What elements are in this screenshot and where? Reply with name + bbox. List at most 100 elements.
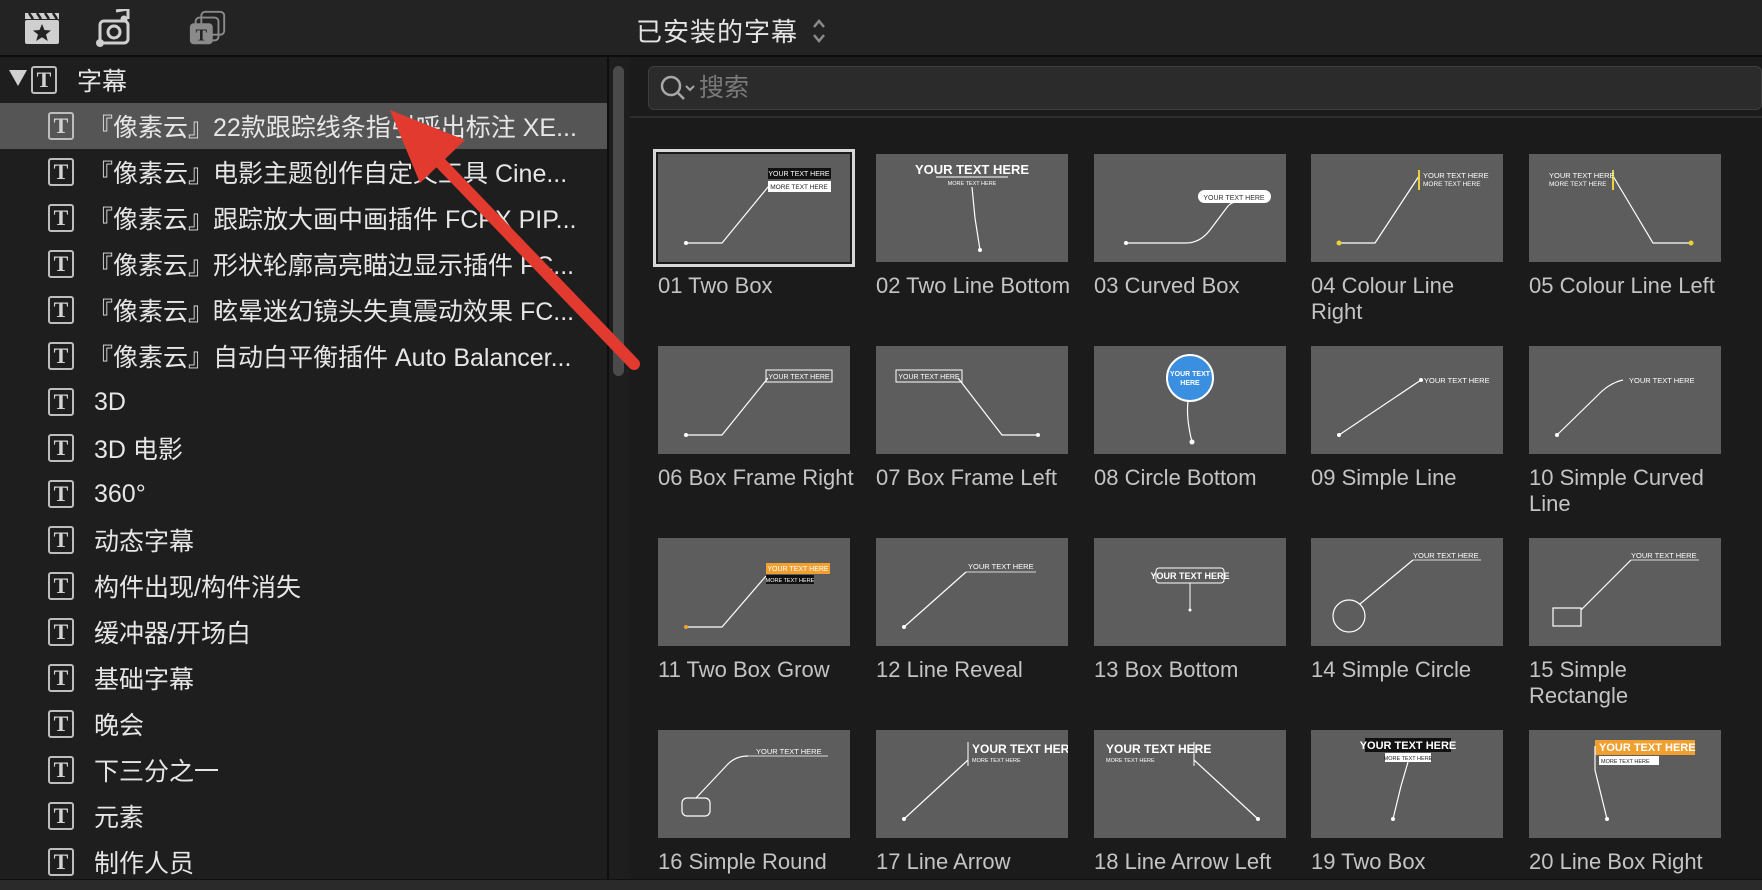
title-template-tile[interactable]: YOUR TEXT HERE 12 Line Reveal (876, 538, 1071, 723)
tile-thumbnail[interactable]: YOUR TEXT HERE MORE TEXT HERE (653, 149, 855, 267)
svg-text:YOUR TEXT HERE: YOUR TEXT HERE (1413, 551, 1479, 560)
title-template-tile[interactable]: YOUR TEXT HERE 10 Simple Curved Line (1529, 346, 1724, 531)
tile-thumbnail[interactable]: YOUR TEXT HERE MORE TEXT HERE (1311, 730, 1503, 838)
title-template-tile[interactable]: YOUR TEXT HERE 03 Curved Box (1094, 154, 1289, 339)
svg-text:YOUR TEXT HERE: YOUR TEXT HERE (915, 162, 1029, 177)
tile-thumbnail[interactable]: YOUR TEXT HERE (1094, 538, 1286, 646)
sidebar-scrollbar[interactable] (613, 66, 624, 376)
svg-text:MORE TEXT HERE: MORE TEXT HERE (1601, 759, 1650, 765)
tile-thumbnail[interactable]: YOUR TEXT HERE (1529, 538, 1721, 646)
tile-label: 11 Two Box Grow (658, 657, 830, 682)
thumbnail-graphic: YOUR TEXT HERE (902, 562, 1036, 629)
title-template-tile[interactable]: YOUR TEXT HERE 08 Circle Bottom (1094, 346, 1289, 531)
tile-thumbnail[interactable]: YOUR TEXT HERE MORE TEXT HERE (1094, 730, 1286, 838)
thumbnail-graphic: YOUR TEXT HERE (1166, 354, 1214, 445)
sidebar-item-label: 缓冲器/开场白 (94, 620, 251, 648)
tile-label: 17 Line Arrow (876, 849, 1011, 874)
sidebar-item[interactable]: T 『像素云』形状轮廓高亮瞄边显示插件 FC... (0, 241, 607, 287)
tile-thumbnail[interactable]: YOUR TEXT HERE MORE TEXT HERE (876, 154, 1068, 262)
text-icon: T (48, 710, 74, 738)
svg-text:YOUR TEXT HERE: YOUR TEXT HERE (1106, 742, 1211, 756)
title-template-tile[interactable]: YOUR TEXT HERE MORE TEXT HERE 02 Two Line… (876, 154, 1071, 339)
sidebar-item[interactable]: T 制作人员 (0, 839, 607, 879)
titles-icon[interactable]: T (188, 8, 228, 48)
sidebar-item-label: 『像素云』22款跟踪线条指引呼出标注 XE... (88, 114, 577, 142)
sidebar-item[interactable]: T 3D (0, 379, 607, 425)
sidebar-item-label: 360° (94, 479, 146, 508)
title-template-tile[interactable]: YOUR TEXT HERE 13 Box Bottom (1094, 538, 1289, 723)
tile-thumbnail[interactable]: YOUR TEXT HERE (876, 538, 1068, 646)
title-template-tile[interactable]: YOUR TEXT HERE 07 Box Frame Left (876, 346, 1071, 531)
library-title-label: 已安装的字幕 (636, 17, 799, 47)
tile-label: 10 Simple Curved Line (1529, 465, 1704, 516)
updown-chevron-icon (812, 17, 826, 45)
sidebar-item[interactable]: T 构件出现/构件消失 (0, 563, 607, 609)
sidebar-item[interactable]: T 『像素云』22款跟踪线条指引呼出标注 XE... (0, 103, 607, 149)
tile-thumbnail[interactable]: YOUR TEXT HERE (876, 346, 1068, 454)
sidebar-root-titles[interactable]: T 字幕 (0, 57, 607, 103)
search-bar[interactable] (648, 66, 1762, 110)
tile-thumbnail[interactable]: YOUR TEXT HERE (1311, 346, 1503, 454)
tile-label: 16 Simple Round (658, 849, 827, 874)
tile-thumbnail[interactable]: YOUR TEXT HERE MORE TEXT HERE (1311, 154, 1503, 262)
sidebar-item[interactable]: T 3D 电影 (0, 425, 607, 471)
sidebar-item[interactable]: T 晚会 (0, 701, 607, 747)
sidebar-item[interactable]: T 元素 (0, 793, 607, 839)
tile-thumbnail[interactable]: YOUR TEXT HERE (1529, 346, 1721, 454)
clapper-star-icon[interactable] (22, 8, 62, 48)
title-template-tile[interactable]: YOUR TEXT HERE MORE TEXT HERE 11 Two Box … (658, 538, 853, 723)
disclosure-triangle-icon[interactable] (9, 70, 27, 86)
sidebar-item[interactable]: T 动态字幕 (0, 517, 607, 563)
tile-label: 15 Simple Rectangle (1529, 657, 1629, 708)
tile-label: 18 Line Arrow Left (1094, 849, 1272, 874)
music-camera-icon[interactable] (93, 8, 133, 48)
sidebar-item[interactable]: T 『像素云』眩晕迷幻镜头失真震动效果 FC... (0, 287, 607, 333)
tile-label: 03 Curved Box (1094, 273, 1240, 298)
title-template-tile[interactable]: YOUR TEXT HERE 06 Box Frame Right (658, 346, 854, 531)
title-template-tile[interactable]: YOUR TEXT HERE MORE TEXT HERE 18 Line Arro… (1094, 730, 1289, 880)
tile-thumbnail[interactable]: YOUR TEXT HERE (658, 346, 850, 454)
tile-thumbnail[interactable]: YOUR TEXT HERE MORE TEXT HERE (1529, 730, 1721, 838)
sidebar-item[interactable]: T 『像素云』电影主题创作自定义工具 Cine... (0, 149, 607, 195)
thumbnail-graphic: YOUR TEXT HERE MORE TEXT HERE (684, 168, 831, 245)
sidebar-item[interactable]: T 基础字幕 (0, 655, 607, 701)
sidebar-item[interactable]: T 缓冲器/开场白 (0, 609, 607, 655)
title-template-tile[interactable]: YOUR TEXT HERE 09 Simple Line (1311, 346, 1506, 531)
title-template-tile[interactable]: YOUR TEXT HERE MORE TEXT HERE 01 Two Box (653, 149, 855, 339)
title-template-tile[interactable]: YOUR TEXT HERE MORE TEXT HERE 19 Two Box (1311, 730, 1506, 880)
thumbnail-graphic: YOUR TEXT HERE MORE TEXT HERE (902, 742, 1068, 821)
sidebar-item[interactable]: T 360° (0, 471, 607, 517)
tile-thumbnail[interactable]: YOUR TEXT HERE MORE TEXT HERE (658, 538, 850, 646)
tile-thumbnail[interactable]: YOUR TEXT HERE (658, 730, 850, 838)
tile-thumbnail[interactable]: YOUR TEXT HERE (1094, 154, 1286, 262)
tile-label: 01 Two Box (658, 273, 773, 298)
svg-text:YOUR TEXT HERE: YOUR TEXT HERE (1203, 195, 1265, 202)
tile-label: 02 Two Line Bottom (876, 273, 1071, 298)
title-template-tile[interactable]: YOUR TEXT HERE 15 Simple Rectangle (1529, 538, 1724, 723)
tile-thumbnail[interactable]: YOUR TEXT HERE (1094, 346, 1286, 454)
title-template-tile[interactable]: YOUR TEXT HERE 16 Simple Round (658, 730, 853, 880)
title-template-tile[interactable]: YOUR TEXT HERE MORE TEXT HERE 17 Line Arro… (876, 730, 1071, 880)
library-title[interactable]: 已安装的字幕 (636, 12, 826, 49)
divider (630, 116, 1762, 118)
svg-text:YOUR TEXT HERE: YOUR TEXT HERE (756, 747, 822, 756)
tile-thumbnail[interactable]: YOUR TEXT HERE MORE TEXT HERE (876, 730, 1068, 838)
tile-thumbnail[interactable]: YOUR TEXT HERE (1311, 538, 1503, 646)
thumbnail-graphic: YOUR TEXT HERE MORE TEXT HERE (915, 162, 1029, 252)
title-template-tile[interactable]: YOUR TEXT HERE MORE TEXT HERE 20 Line Bo… (1529, 730, 1724, 880)
tile-thumbnail[interactable]: YOUR TEXT HERE MORE TEXT HERE (1529, 154, 1721, 262)
text-icon: T (48, 434, 74, 462)
svg-text:MORE TEXT HERE: MORE TEXT HERE (770, 184, 828, 191)
tile-label: 08 Circle Bottom (1094, 465, 1257, 490)
sidebar-item[interactable]: T 下三分之一 (0, 747, 607, 793)
svg-text:MORE TEXT HERE: MORE TEXT HERE (1423, 181, 1481, 188)
sidebar-item-label: 下三分之一 (94, 758, 220, 786)
title-template-tile[interactable]: YOUR TEXT HERE 14 Simple Circle (1311, 538, 1506, 723)
title-template-tile[interactable]: YOUR TEXT HERE MORE TEXT HERE 05 Colour Li… (1529, 154, 1724, 339)
search-icon[interactable] (659, 73, 699, 103)
search-input[interactable] (699, 73, 1599, 103)
sidebar-item[interactable]: T 『像素云』跟踪放大画中画插件 FCPX PIP... (0, 195, 607, 241)
title-template-tile[interactable]: YOUR TEXT HERE MORE TEXT HERE 04 Colour Li… (1311, 154, 1506, 339)
svg-text:YOUR TEXT HERE: YOUR TEXT HERE (968, 562, 1034, 571)
sidebar-item[interactable]: T 『像素云』自动白平衡插件 Auto Balancer... (0, 333, 607, 379)
